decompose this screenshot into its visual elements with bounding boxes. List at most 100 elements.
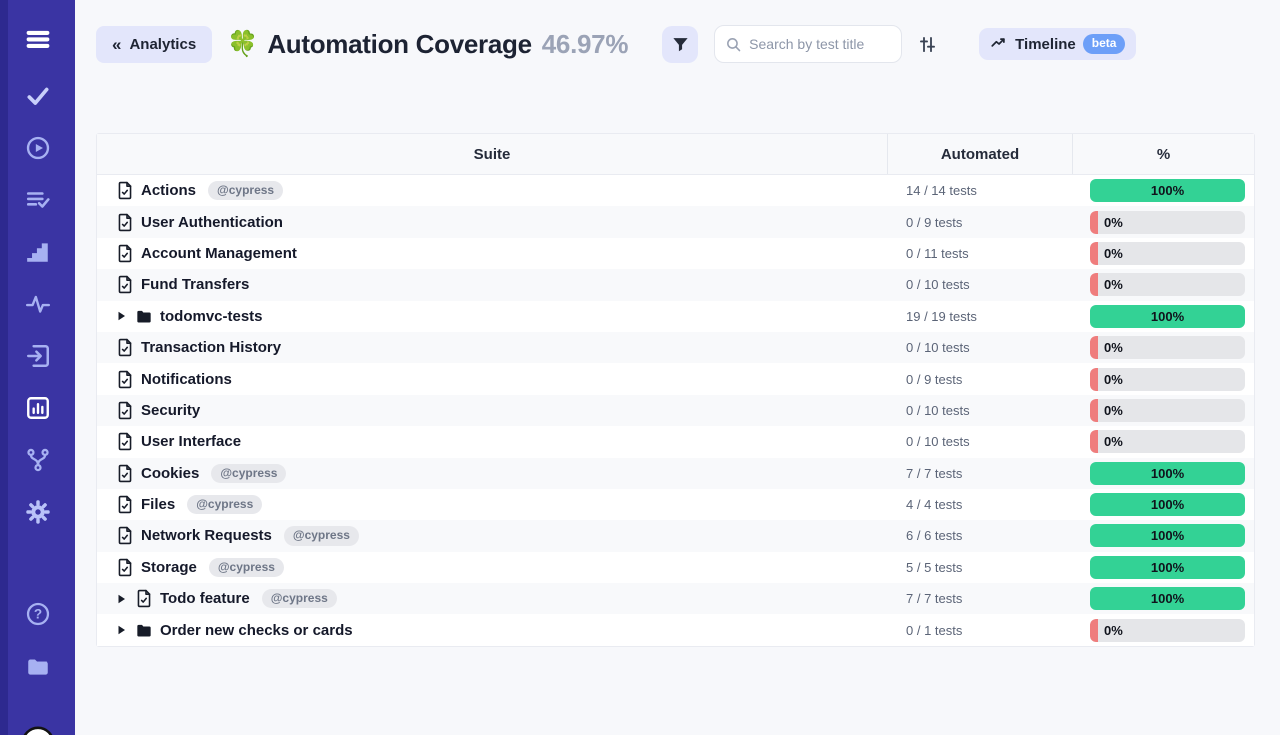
table-row[interactable]: User Authentication 0 / 9 tests 0% <box>97 206 1254 237</box>
percent-bar: 0% <box>1090 211 1245 234</box>
table-row[interactable]: Notifications 0 / 9 tests 0% <box>97 363 1254 394</box>
percent-bar: 0% <box>1090 242 1245 265</box>
automated-count: 0 / 10 tests <box>887 434 1072 449</box>
suite-name[interactable]: Storage <box>141 559 197 576</box>
percent-bar: 100% <box>1090 556 1245 579</box>
suite-name[interactable]: Transaction History <box>141 339 281 356</box>
table-row[interactable]: Account Management 0 / 11 tests 0% <box>97 238 1254 269</box>
percent-bar: 100% <box>1090 305 1245 328</box>
percent-cell: 0% <box>1072 242 1254 265</box>
automated-count: 7 / 7 tests <box>887 466 1072 481</box>
file-icon <box>117 244 133 263</box>
zero-marker <box>1090 430 1098 453</box>
table-row[interactable]: Network Requests @cypress 6 / 6 tests 10… <box>97 520 1254 551</box>
beta-badge: beta <box>1083 34 1126 53</box>
main-content: « Analytics 🍀 Automation Coverage 46.97%… <box>75 0 1280 647</box>
filter-button[interactable] <box>662 26 698 63</box>
table-row[interactable]: Todo feature @cypress 7 / 7 tests 100% <box>97 583 1254 614</box>
suite-name[interactable]: User Interface <box>141 433 241 450</box>
percent-bar: 100% <box>1090 179 1245 202</box>
automated-count: 0 / 10 tests <box>887 340 1072 355</box>
sidebar-item-help[interactable]: ? <box>25 601 51 627</box>
expand-caret-icon[interactable] <box>117 625 126 635</box>
table-row[interactable]: Storage @cypress 5 / 5 tests 100% <box>97 552 1254 583</box>
table-row[interactable]: User Interface 0 / 10 tests 0% <box>97 426 1254 457</box>
suite-name[interactable]: Cookies <box>141 465 199 482</box>
suite-cell: Storage @cypress <box>97 558 887 577</box>
search-box[interactable] <box>714 25 902 63</box>
zero-marker <box>1090 619 1098 642</box>
sidebar-item-runs[interactable] <box>25 135 51 161</box>
analytics-back-label: Analytics <box>129 36 196 53</box>
percent-label: 0% <box>1104 246 1123 261</box>
zero-marker <box>1090 336 1098 359</box>
file-icon <box>117 464 133 483</box>
percent-label: 100% <box>1151 309 1184 324</box>
sidebar-item-settings[interactable] <box>25 499 51 525</box>
suite-name[interactable]: Todo feature <box>160 590 250 607</box>
percent-bar: 0% <box>1090 368 1245 391</box>
table-row[interactable]: Order new checks or cards 0 / 1 tests 0% <box>97 614 1254 645</box>
suite-cell: User Authentication <box>97 213 887 232</box>
file-icon <box>117 370 133 389</box>
automated-count: 14 / 14 tests <box>887 183 1072 198</box>
file-icon <box>117 213 133 232</box>
zero-marker <box>1090 211 1098 234</box>
percent-bar: 0% <box>1090 336 1245 359</box>
percent-label: 100% <box>1151 591 1184 606</box>
expand-caret-icon[interactable] <box>117 594 126 604</box>
percent-bar: 100% <box>1090 524 1245 547</box>
file-icon <box>117 275 133 294</box>
suite-name[interactable]: Network Requests <box>141 527 272 544</box>
search-input[interactable] <box>749 36 889 52</box>
testomat-logo[interactable] <box>20 725 56 735</box>
suite-name[interactable]: todomvc-tests <box>160 308 263 325</box>
suite-cell: User Interface <box>97 432 887 451</box>
svg-text:?: ? <box>33 607 41 622</box>
suite-name[interactable]: Fund Transfers <box>141 276 249 293</box>
suite-tag: @cypress <box>262 589 337 608</box>
suite-cell: Transaction History <box>97 338 887 357</box>
suite-name[interactable]: Notifications <box>141 371 232 388</box>
expand-caret-icon[interactable] <box>117 311 126 321</box>
sidebar-item-branches[interactable] <box>25 447 51 473</box>
sidebar-item-pulse[interactable] <box>25 291 51 317</box>
suite-name[interactable]: User Authentication <box>141 214 283 231</box>
adjustments-button[interactable] <box>917 34 938 55</box>
percent-cell: 100% <box>1072 462 1254 485</box>
sidebar-item-import[interactable] <box>25 343 51 369</box>
percent-label: 0% <box>1104 434 1123 449</box>
table-row[interactable]: Files @cypress 4 / 4 tests 100% <box>97 489 1254 520</box>
suite-cell: Network Requests @cypress <box>97 526 887 545</box>
file-icon <box>117 401 133 420</box>
suite-name[interactable]: Files <box>141 496 175 513</box>
percent-label: 0% <box>1104 340 1123 355</box>
timeline-button[interactable]: Timeline beta <box>979 28 1136 60</box>
automated-count: 6 / 6 tests <box>887 528 1072 543</box>
sidebar-item-analytics[interactable] <box>25 395 51 421</box>
suite-cell: Actions @cypress <box>97 181 887 200</box>
suite-name[interactable]: Account Management <box>141 245 297 262</box>
suite-name[interactable]: Order new checks or cards <box>160 622 353 639</box>
table-body: Actions @cypress 14 / 14 tests 100% User… <box>97 175 1254 646</box>
sidebar-item-projects[interactable] <box>25 653 51 679</box>
table-row[interactable]: Fund Transfers 0 / 10 tests 0% <box>97 269 1254 300</box>
file-icon <box>117 338 133 357</box>
hamburger-menu-icon[interactable] <box>25 27 51 51</box>
percent-bar: 0% <box>1090 273 1245 296</box>
table-row[interactable]: Cookies @cypress 7 / 7 tests 100% <box>97 458 1254 489</box>
table-row[interactable]: Security 0 / 10 tests 0% <box>97 395 1254 426</box>
table-row[interactable]: Transaction History 0 / 10 tests 0% <box>97 332 1254 363</box>
suite-name[interactable]: Security <box>141 402 200 419</box>
analytics-back-button[interactable]: « Analytics <box>96 26 212 63</box>
sidebar-item-tests[interactable] <box>25 83 51 109</box>
suite-name[interactable]: Actions <box>141 182 196 199</box>
sidebar-item-steps[interactable] <box>25 239 51 265</box>
file-icon <box>117 558 133 577</box>
sidebar-item-test-plans[interactable] <box>25 187 51 213</box>
table-row[interactable]: todomvc-tests 19 / 19 tests 100% <box>97 301 1254 332</box>
table-row[interactable]: Actions @cypress 14 / 14 tests 100% <box>97 175 1254 206</box>
timeline-label: Timeline <box>1015 36 1076 53</box>
clover-emoji: 🍀 <box>227 30 258 59</box>
percent-cell: 100% <box>1072 556 1254 579</box>
